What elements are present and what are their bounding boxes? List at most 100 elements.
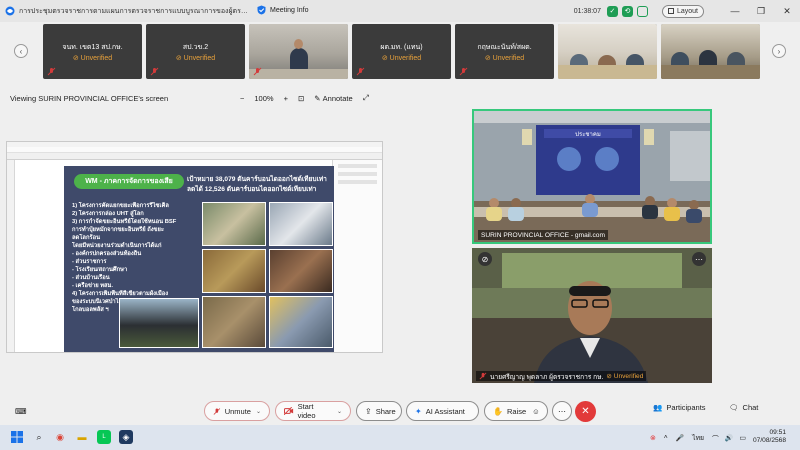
reactions-icon[interactable]: ☺ [532,407,540,416]
participants-button[interactable]: 👥 Participants [653,403,706,412]
slide-banner: WM - ภาคการจัดการของเสีย [74,174,184,189]
unpin-button[interactable]: ⊘ [478,252,492,266]
share-label: Share [375,406,396,416]
line-app-icon[interactable]: L [97,430,111,444]
title-bar-right: 01:38:07 ✓ ⟲ Layout — ❐ ✕ [574,0,800,22]
strip-next-button[interactable]: › [772,44,786,58]
participant-name: สป.วข.2 [182,44,209,51]
language-indicator[interactable]: ไทย [692,432,704,443]
taskbar-clock[interactable]: 09:51 07/08/2568 [753,429,786,445]
participant-tile[interactable]: ผต.มท. (แทน) ⊘ Unverified [352,24,451,79]
captions-icon[interactable]: ⟲ [621,5,633,17]
zoom-controls: − 100% + ⊡ ✎ Annotate ⤢ [240,93,369,103]
minimize-icon[interactable]: — [722,0,748,22]
participants-label: Participants [666,403,706,412]
more-button[interactable]: ⋯ [552,401,572,421]
leave-meeting-button[interactable]: ✕ [575,401,596,422]
person-figure [290,48,308,70]
shared-screen[interactable]: WM - ภาคการจัดการของเสีย เป้าหมาย 38,079… [6,141,383,353]
chat-button[interactable]: 🗨 Chat [729,403,758,412]
participant-video-tile[interactable] [249,24,348,79]
participant-tile[interactable]: กฤษณะนันท์/สผต. ⊘ Unverified [455,24,554,79]
conference-room-video: ประชาคม [474,111,710,242]
people-icon: 👥 [653,403,663,412]
tray-chevron-icon[interactable]: ˄ [664,434,668,441]
wifi-icon[interactable]: ⌒ [712,433,719,443]
hand-icon: ✋ [493,406,503,416]
slide-photo [202,249,266,293]
chevron-down-icon[interactable]: ⌄ [337,408,342,415]
unverified-status: ⊘ Unverified [606,373,644,380]
layout-label: Layout [676,7,698,15]
unverified-status: ⊘ Unverified [484,55,525,62]
bullet-line: - โรงเรียน/สถานศึกษา [72,267,128,273]
ai-assistant-button[interactable]: ✦ AI Assistant [406,401,479,421]
participant-video-tile[interactable] [558,24,657,79]
bullet-line: ลดโลกร้อน [72,235,101,241]
windows-start-icon[interactable] [10,430,24,444]
svg-text:ประชาคม: ประชาคม [575,131,601,138]
pane-line [338,172,377,176]
slide-photo [202,202,266,246]
unverified-status: ⊘ Unverified [72,55,113,62]
network-status-icon[interactable] [636,5,648,17]
video-caption: นายศรีญาญ พุดลาภ ผู้ตรวจราชการ กษ. ⊘ Unv… [476,371,647,381]
participant-name: กฤษณะนันท์/สผต. [477,44,532,51]
remote-control-icon[interactable]: ⊡ [298,94,304,103]
fullscreen-icon[interactable]: ⤢ [363,93,369,103]
unmute-button[interactable]: Unmute ⌄ [204,401,270,421]
share-button[interactable]: ⇪ Share [356,401,402,421]
unverified-status: ⊘ Unverified [381,55,422,62]
volume-icon[interactable]: 🔊 [725,434,733,442]
target-line: เป้าหมาย 38,079 ตันคาร์บอนไดออกไซด์เทียบ… [187,176,327,183]
captions-settings-icon[interactable]: ⌨ [15,407,27,416]
mic-icon[interactable]: 🎤 [676,434,684,442]
folder-icon[interactable]: ▬ [75,430,89,444]
restore-icon[interactable]: ❐ [748,0,774,22]
pen-icon: ✎ [314,93,321,103]
security-icon[interactable]: ⊗ [650,434,656,442]
annotate-button[interactable]: ✎ Annotate [314,94,352,103]
bullet-line: - ส่วนราชการ [72,259,107,265]
bullet-line: 1) โครงการคัดแยกขยะเพื่อการรีไซเคิล [72,203,169,209]
strip-prev-button[interactable]: ‹ [14,44,28,58]
zoom-in-button[interactable]: + [284,94,288,103]
chat-label: Chat [742,403,759,412]
caption-name: SURIN PROVINCIAL OFFICE - gmail.com [481,231,605,239]
ai-assistant-label: AI Assistant [425,406,465,416]
meeting-info-button[interactable]: Meeting Info [257,5,309,15]
bullet-line: - ส่วนบ้านเรือน [72,275,110,281]
window-title: การประชุมตรวจราชการตามแผนการตรวจราชการแบ… [19,7,249,15]
search-icon[interactable]: ⌕ [32,430,46,444]
participant-video-tile[interactable] [661,24,760,79]
participant-strip: ‹ จนท. เขต13 สป.กษ. ⊘ Unverified สป.วข.2… [0,22,800,82]
participant-tile[interactable]: สป.วข.2 ⊘ Unverified [146,24,245,79]
close-icon: ✕ [581,406,590,417]
battery-icon[interactable]: ▭ [739,434,745,442]
system-tray: ⊗ ˄ 🎤 ไทย ⌒ 🔊 ▭ [650,425,746,450]
start-video-button[interactable]: Start video ⌄ [275,401,351,421]
chevron-right-icon: › [777,46,781,56]
slide-photo [269,202,333,246]
raise-hand-button[interactable]: ✋ Raise ☺ [484,401,548,421]
active-video-panel[interactable]: ประชาคม SURIN PROVINCIAL OFFICE - gmail.… [472,109,712,244]
layout-button[interactable]: Layout [661,4,704,18]
participant-tile[interactable]: จนท. เขต13 สป.กษ. ⊘ Unverified [43,24,142,79]
chevron-down-icon[interactable]: ⌄ [256,408,261,415]
video-caption: SURIN PROVINCIAL OFFICE - gmail.com [478,230,608,240]
desk [661,65,760,79]
zoom-out-button[interactable]: − [240,94,244,103]
title-bar: การประชุมตรวจราชการตามแผนการตรวจราชการแบ… [0,0,800,22]
share-screen-icon: ⇪ [365,406,372,416]
bullet-line: 4) โครงการเพิ่มพื้นที่สีเขียวตามผังเมือง [72,291,169,297]
slide-target: เป้าหมาย 38,079 ตันคาร์บอนไดออกไซด์เทียบ… [187,175,327,195]
more-options-button[interactable]: ⋯ [692,252,706,266]
clock-date: 07/08/2568 [752,437,786,444]
webex-taskbar-icon[interactable]: ◈ [119,430,133,444]
speaker-video-panel[interactable]: ⊘ ⋯ นายศรีญาญ พุดลาภ ผู้ตรวจราชการ กษ. ⊘… [472,248,712,383]
mic-muted-icon [479,372,487,380]
close-icon[interactable]: ✕ [774,0,800,22]
chrome-icon[interactable]: ◉ [53,430,67,444]
mic-muted-icon [47,67,56,76]
chevron-left-icon: ‹ [19,46,23,56]
